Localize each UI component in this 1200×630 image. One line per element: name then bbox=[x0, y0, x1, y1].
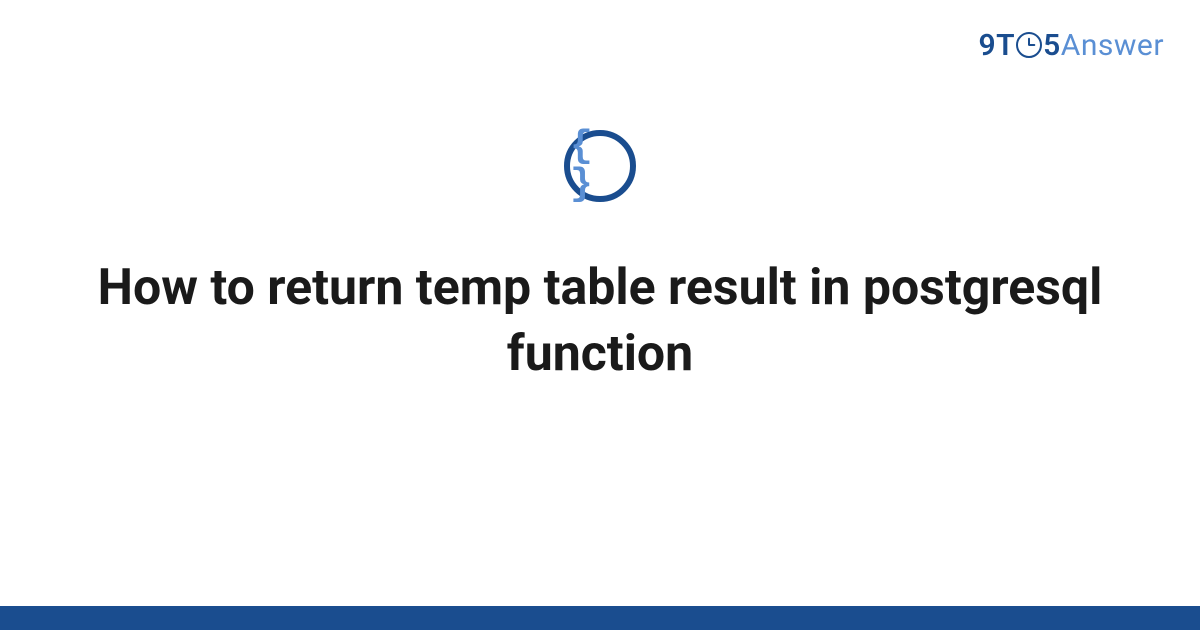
page-title: How to return temp table result in postg… bbox=[70, 255, 1130, 387]
logo-text-part2: 5 bbox=[1043, 28, 1061, 63]
logo-text-part1: 9T bbox=[979, 28, 1016, 63]
footer-bar bbox=[0, 606, 1200, 630]
clock-icon bbox=[1016, 32, 1042, 58]
braces-glyph: { } bbox=[570, 128, 630, 204]
site-logo: 9T 5Answer bbox=[979, 28, 1164, 63]
code-braces-icon: { } bbox=[564, 130, 636, 202]
logo-text-part3: Answer bbox=[1061, 28, 1164, 63]
